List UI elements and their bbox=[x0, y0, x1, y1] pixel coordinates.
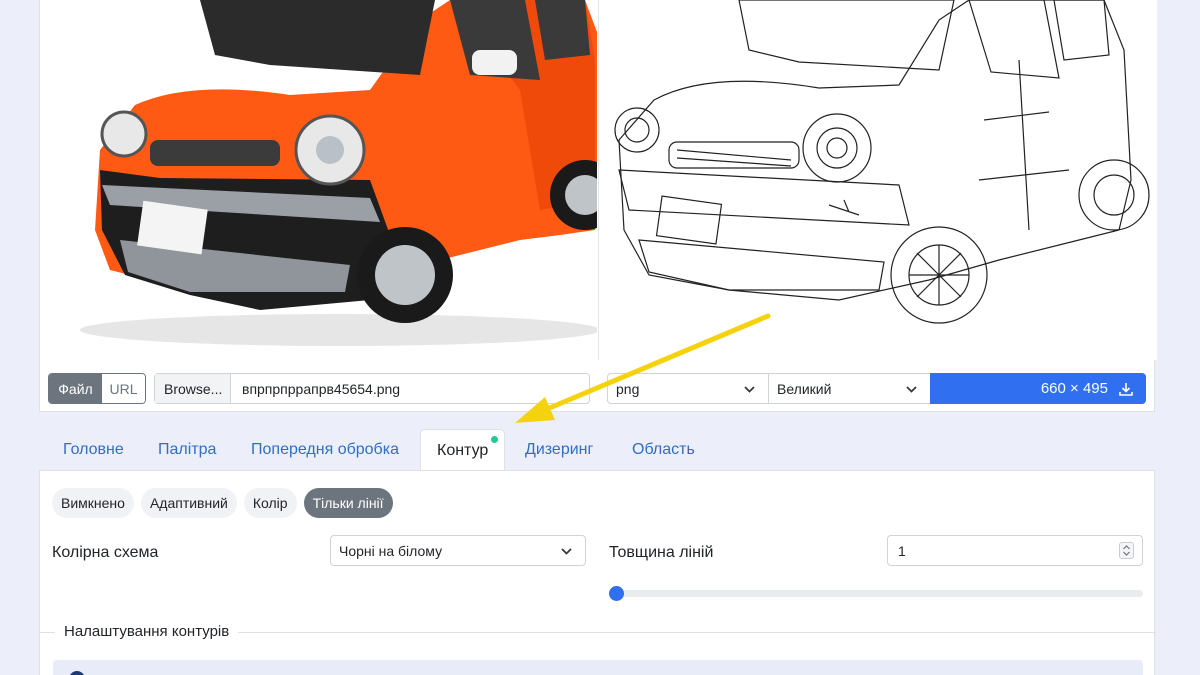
chevron-down-icon bbox=[906, 386, 917, 393]
format-select-value: png bbox=[616, 380, 640, 397]
contour-result-pane bbox=[598, 0, 1157, 360]
output-dimensions: 660 × 495 bbox=[1040, 380, 1108, 397]
size-select[interactable]: Великий bbox=[768, 373, 931, 404]
stepper-icon[interactable] bbox=[1119, 542, 1134, 559]
format-select[interactable]: png bbox=[607, 373, 769, 404]
tab-contour-label: Контур bbox=[437, 441, 489, 459]
tab-palette[interactable]: Палітра bbox=[158, 429, 216, 471]
tab-dithering[interactable]: Дизеринг bbox=[525, 429, 593, 471]
line-width-value: 1 bbox=[898, 542, 906, 559]
line-width-input[interactable]: 1 bbox=[887, 535, 1143, 566]
original-image-pane bbox=[40, 0, 620, 360]
slider-thumb[interactable] bbox=[609, 586, 624, 601]
tab-region[interactable]: Область bbox=[632, 429, 695, 471]
size-select-value: Великий bbox=[777, 380, 832, 397]
contour-mode-pills: Вимкнено Адаптивний Колір Тільки лінії bbox=[52, 488, 393, 518]
mode-lines-only-pill[interactable]: Тільки лінії bbox=[303, 488, 393, 518]
tab-contour[interactable]: Контур bbox=[420, 429, 506, 471]
line-width-slider[interactable] bbox=[609, 586, 1143, 601]
preview-card: Файл URL Browse... впрпрпррапрв45654.png… bbox=[39, 0, 1157, 412]
contour-settings-legend: Налаштування контурів bbox=[55, 623, 239, 640]
color-scheme-value: Чорні на білому bbox=[339, 542, 443, 559]
active-indicator-dot bbox=[491, 436, 499, 443]
output-controls: png Великий 660 × 495 bbox=[40, 373, 1156, 404]
contour-car-image bbox=[599, 0, 1157, 360]
mode-color-pill[interactable]: Колір bbox=[243, 488, 297, 518]
settings-tabs: Головне Палітра Попередня обробка Контур… bbox=[39, 429, 1155, 471]
color-scheme-label: Колірна схема bbox=[52, 544, 159, 561]
download-button[interactable]: 660 × 495 bbox=[930, 373, 1146, 404]
info-alert bbox=[53, 660, 1143, 675]
line-width-label: Товщина ліній bbox=[609, 544, 714, 561]
tab-preprocessing[interactable]: Попередня обробка bbox=[251, 429, 399, 471]
mode-adaptive-pill[interactable]: Адаптивний bbox=[140, 488, 237, 518]
contour-panel: Вимкнено Адаптивний Колір Тільки лінії К… bbox=[39, 470, 1156, 675]
chevron-down-icon bbox=[744, 386, 755, 393]
tab-main[interactable]: Головне bbox=[63, 429, 124, 471]
original-car-image bbox=[40, 0, 620, 360]
chevron-down-icon bbox=[561, 548, 572, 555]
mode-off-pill[interactable]: Вимкнено bbox=[52, 488, 134, 518]
color-scheme-select[interactable]: Чорні на білому bbox=[330, 535, 586, 566]
download-icon bbox=[1119, 382, 1133, 396]
info-icon bbox=[69, 671, 85, 675]
